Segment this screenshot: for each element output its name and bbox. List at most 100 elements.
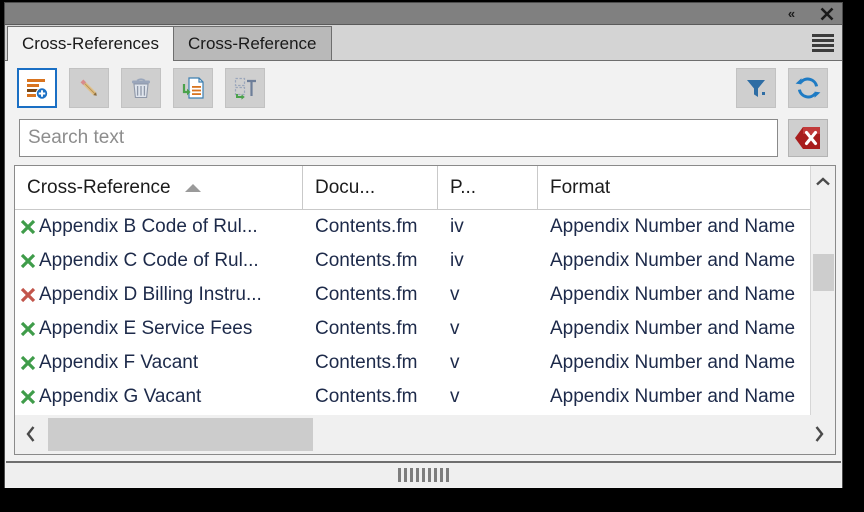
scroll-up-button[interactable] [811,168,835,196]
column-header-label: Cross-Reference [27,176,171,198]
table-row[interactable]: Appendix G Vacant Contents.fm v Appendix… [15,380,812,414]
cell-page: iv [450,250,464,271]
column-header-format[interactable]: Format [538,166,812,209]
cell-format: Appendix Number and Name [550,284,796,305]
table-row[interactable]: Appendix D Billing Instru... Contents.fm… [15,278,812,312]
panel-menu-button[interactable] [812,34,834,52]
column-header-cross-reference[interactable]: Cross-Reference [15,166,303,209]
cell-page: v [450,352,460,373]
grip-bar-icon [410,468,413,482]
refresh-button[interactable] [788,68,828,108]
search-input[interactable] [19,119,778,157]
collapse-panel-button[interactable]: « [780,4,802,24]
horizontal-scrollbar-thumb[interactable] [48,418,313,451]
text-convert-icon [234,77,256,100]
cell-text: Appendix F Vacant [39,352,199,373]
close-icon [820,7,834,20]
filter-button[interactable] [736,68,776,108]
funnel-icon [747,80,765,97]
cell-text: Appendix G Vacant [39,386,202,407]
chevron-up-icon [816,177,830,186]
tab-cross-references[interactable]: Cross-References [7,26,174,61]
grip-bar-icon [398,468,401,482]
column-header-label: Format [550,176,611,198]
status-valid-icon [20,355,36,371]
cell-document: Contents.fm [315,318,418,339]
vertical-scrollbar[interactable] [810,166,835,450]
column-header-label: Docu... [315,176,376,198]
insert-cross-reference-button[interactable] [17,68,57,108]
table-body: Appendix B Code of Rul... Contents.fm iv… [15,210,812,414]
cell-cross-reference: Appendix F Vacant [15,352,303,374]
cell-format: Appendix Number and Name [550,250,796,271]
chevron-right-icon [815,426,824,442]
horizontal-scrollbar[interactable] [14,415,836,455]
hamburger-icon [812,34,834,37]
table-row[interactable]: Appendix B Code of Rul... Contents.fm iv… [15,210,812,244]
cell-text: Appendix B Code of Rul... [39,216,258,237]
tab-label: Cross-Reference [188,33,317,53]
table-header-row: Cross-Reference Docu... P... Format [15,166,812,210]
grip-bar-icon [422,468,425,482]
clear-search-button[interactable] [788,119,828,157]
convert-to-document-button[interactable] [173,68,213,108]
cell-page: v [450,318,460,339]
cell-document: Contents.fm [315,284,418,305]
sort-ascending-icon [184,183,201,192]
insert-list-plus-icon [27,79,49,100]
cell-cross-reference: Appendix B Code of Rul... [15,216,303,238]
grip-bar-icon [434,468,437,482]
cell-page: v [450,284,460,305]
chevron-left-icon [26,426,35,442]
edit-cross-reference-button[interactable] [69,68,109,108]
status-valid-icon [20,219,36,235]
status-valid-icon [20,321,36,337]
cell-document: Contents.fm [315,216,418,237]
cell-cross-reference: Appendix G Vacant [15,386,303,408]
cross-references-panel-window: « Cross-References Cross-Reference Searc… [4,2,843,488]
close-panel-button[interactable] [816,4,838,24]
scroll-left-button[interactable] [17,415,45,453]
column-header-label: P... [450,176,477,198]
cell-cross-reference: Appendix E Service Fees [15,318,303,340]
cell-document: Contents.fm [315,250,418,271]
cell-text: Appendix C Code of Rul... [39,250,259,271]
convert-to-text-button[interactable] [225,68,265,108]
document-arrow-icon [182,77,204,99]
hamburger-icon [812,49,834,52]
grip-bar-icon [446,468,449,482]
cell-cross-reference: Appendix C Code of Rul... [15,250,303,272]
grip-bar-icon [404,468,407,482]
tab-strip: Cross-References Cross-Reference [5,25,842,61]
resize-grip-handle[interactable] [398,468,449,482]
cell-document: Contents.fm [315,386,418,407]
pencil-icon [80,79,97,96]
table-row[interactable]: Appendix C Code of Rul... Contents.fm iv… [15,244,812,278]
red-x-clear-icon [795,127,820,149]
table-row[interactable]: Appendix E Service Fees Contents.fm v Ap… [15,312,812,346]
search-row [5,115,842,161]
hamburger-icon [812,44,834,47]
column-header-page[interactable]: P... [438,166,538,209]
panel-content: Cross-Reference Docu... P... Format [5,61,842,488]
table-row[interactable]: Appendix F Vacant Contents.fm v Appendix… [15,346,812,380]
column-header-document[interactable]: Docu... [303,166,438,209]
grip-bar-icon [428,468,431,482]
vertical-scrollbar-thumb[interactable] [813,254,834,291]
resize-grip-bar[interactable] [6,461,841,487]
cell-cross-reference: Appendix D Billing Instru... [15,284,303,306]
cell-format: Appendix Number and Name [550,216,796,237]
table-grid: Cross-Reference Docu... P... Format Appe… [15,166,812,450]
cell-document: Contents.fm [315,352,418,373]
cell-page: iv [450,216,464,237]
hamburger-icon [812,39,834,42]
cell-format: Appendix Number and Name [550,352,796,373]
grip-bar-icon [440,468,443,482]
scroll-right-button[interactable] [805,415,833,453]
screen: « Cross-References Cross-Reference Searc… [0,0,864,512]
titlebar-buttons: « [780,3,838,24]
cell-text: Appendix D Billing Instru... [39,284,262,305]
tab-label: Cross-References [22,34,159,53]
delete-cross-reference-button[interactable] [121,68,161,108]
tab-cross-reference[interactable]: Cross-Reference [173,26,332,60]
